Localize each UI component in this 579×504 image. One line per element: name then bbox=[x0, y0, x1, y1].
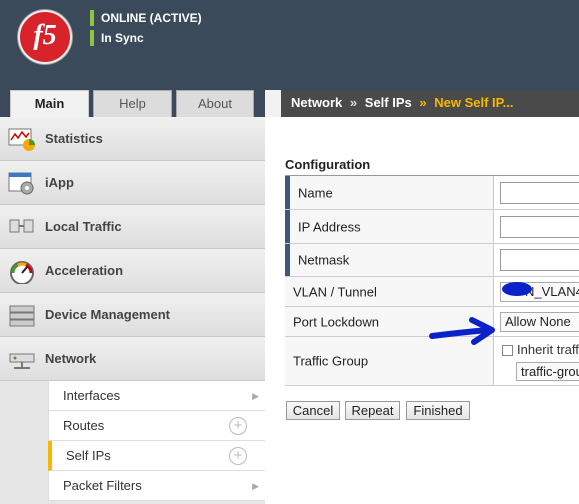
status-sync[interactable]: In Sync bbox=[90, 30, 144, 46]
device-management-icon bbox=[8, 302, 36, 328]
tab-help[interactable]: Help bbox=[93, 90, 172, 117]
form-row-ip-address: IP Address bbox=[285, 210, 579, 244]
form-row-netmask: Netmask bbox=[285, 244, 579, 277]
form-row-vlan-tunnel: VLAN / Tunnel N_VLAN4 bbox=[285, 277, 579, 307]
sidebar-subitem-self-ips[interactable]: Self IPs + bbox=[48, 441, 265, 471]
iapp-icon bbox=[8, 170, 36, 196]
sidebar-item-label: Local Traffic bbox=[45, 219, 122, 234]
traffic-group-select[interactable]: traffic-grou bbox=[516, 362, 579, 381]
inherit-traffic-group-checkbox[interactable] bbox=[502, 345, 513, 356]
sidebar-item-label: Device Management bbox=[45, 307, 170, 322]
status-online[interactable]: ONLINE (ACTIVE) bbox=[90, 10, 202, 26]
sidebar: Statistics iApp Local Traffic Accelerati… bbox=[0, 117, 265, 504]
field-label: Netmask bbox=[285, 244, 494, 276]
breadcrumb-current: New Self IP... bbox=[434, 95, 514, 110]
annotation-arrow-icon bbox=[429, 317, 495, 345]
sidebar-item-device-management[interactable]: Device Management bbox=[0, 293, 265, 337]
cancel-button[interactable]: Cancel bbox=[286, 401, 340, 420]
netmask-input[interactable] bbox=[500, 249, 579, 271]
configuration-form: Name IP Address Netmask VLAN / Tunnel N_… bbox=[285, 175, 579, 386]
port-lockdown-select[interactable]: Allow None bbox=[500, 312, 579, 332]
chevron-right-icon: ▶ bbox=[252, 391, 259, 401]
finished-button[interactable]: Finished bbox=[406, 401, 470, 420]
redaction-scribble bbox=[502, 282, 532, 296]
sidebar-item-network[interactable]: Network bbox=[0, 337, 265, 381]
acceleration-icon bbox=[8, 258, 36, 285]
tab-bar: Main Help About bbox=[0, 90, 265, 117]
form-row-name: Name bbox=[285, 176, 579, 210]
breadcrumb-separator: » bbox=[419, 95, 427, 110]
network-icon bbox=[8, 346, 36, 372]
add-self-ip-icon[interactable]: + bbox=[229, 447, 247, 465]
sidebar-subitem-label: Packet Filters bbox=[63, 478, 142, 493]
sidebar-subitem-routes[interactable]: Routes + bbox=[48, 411, 265, 441]
repeat-button[interactable]: Repeat bbox=[345, 401, 400, 420]
sidebar-item-label: Acceleration bbox=[45, 263, 124, 278]
sidebar-subitem-interfaces[interactable]: Interfaces ▶ bbox=[48, 381, 265, 411]
f5-logo[interactable]: f5 bbox=[18, 10, 72, 64]
inherit-traffic-group-label: Inherit traff bbox=[517, 342, 579, 357]
field-label: IP Address bbox=[285, 210, 494, 243]
local-traffic-icon bbox=[8, 214, 36, 240]
chevron-right-icon: ▶ bbox=[252, 481, 259, 491]
sidebar-item-label: Statistics bbox=[45, 131, 103, 146]
breadcrumb-separator: » bbox=[349, 95, 358, 110]
field-label: Name bbox=[285, 176, 494, 209]
add-route-icon[interactable]: + bbox=[229, 417, 247, 435]
sidebar-item-iapp[interactable]: iApp bbox=[0, 161, 265, 205]
breadcrumb-self-ips[interactable]: Self IPs bbox=[365, 95, 412, 110]
sidebar-subitem-packet-filters[interactable]: Packet Filters ▶ bbox=[48, 471, 265, 501]
sidebar-item-acceleration[interactable]: Acceleration bbox=[0, 249, 265, 293]
sidebar-subitem-label: Interfaces bbox=[63, 388, 121, 403]
sidebar-item-label: Network bbox=[45, 351, 97, 366]
header: f5 ONLINE (ACTIVE) In Sync bbox=[0, 0, 579, 90]
tab-about[interactable]: About bbox=[176, 90, 254, 117]
sidebar-subitem-label: Self IPs bbox=[66, 448, 111, 463]
sidebar-item-local-traffic[interactable]: Local Traffic bbox=[0, 205, 265, 249]
tab-main[interactable]: Main bbox=[10, 90, 89, 117]
statistics-icon bbox=[8, 126, 36, 152]
ip-address-input[interactable] bbox=[500, 216, 579, 238]
section-title: Configuration bbox=[285, 157, 371, 172]
sidebar-item-statistics[interactable]: Statistics bbox=[0, 117, 265, 161]
breadcrumb: Network » Self IPs » New Self IP... bbox=[281, 90, 579, 117]
breadcrumb-network[interactable]: Network bbox=[291, 95, 342, 110]
field-label: VLAN / Tunnel bbox=[285, 277, 494, 306]
sidebar-item-label: iApp bbox=[45, 175, 74, 190]
sidebar-subitem-label: Routes bbox=[63, 418, 105, 433]
name-input[interactable] bbox=[500, 182, 579, 204]
